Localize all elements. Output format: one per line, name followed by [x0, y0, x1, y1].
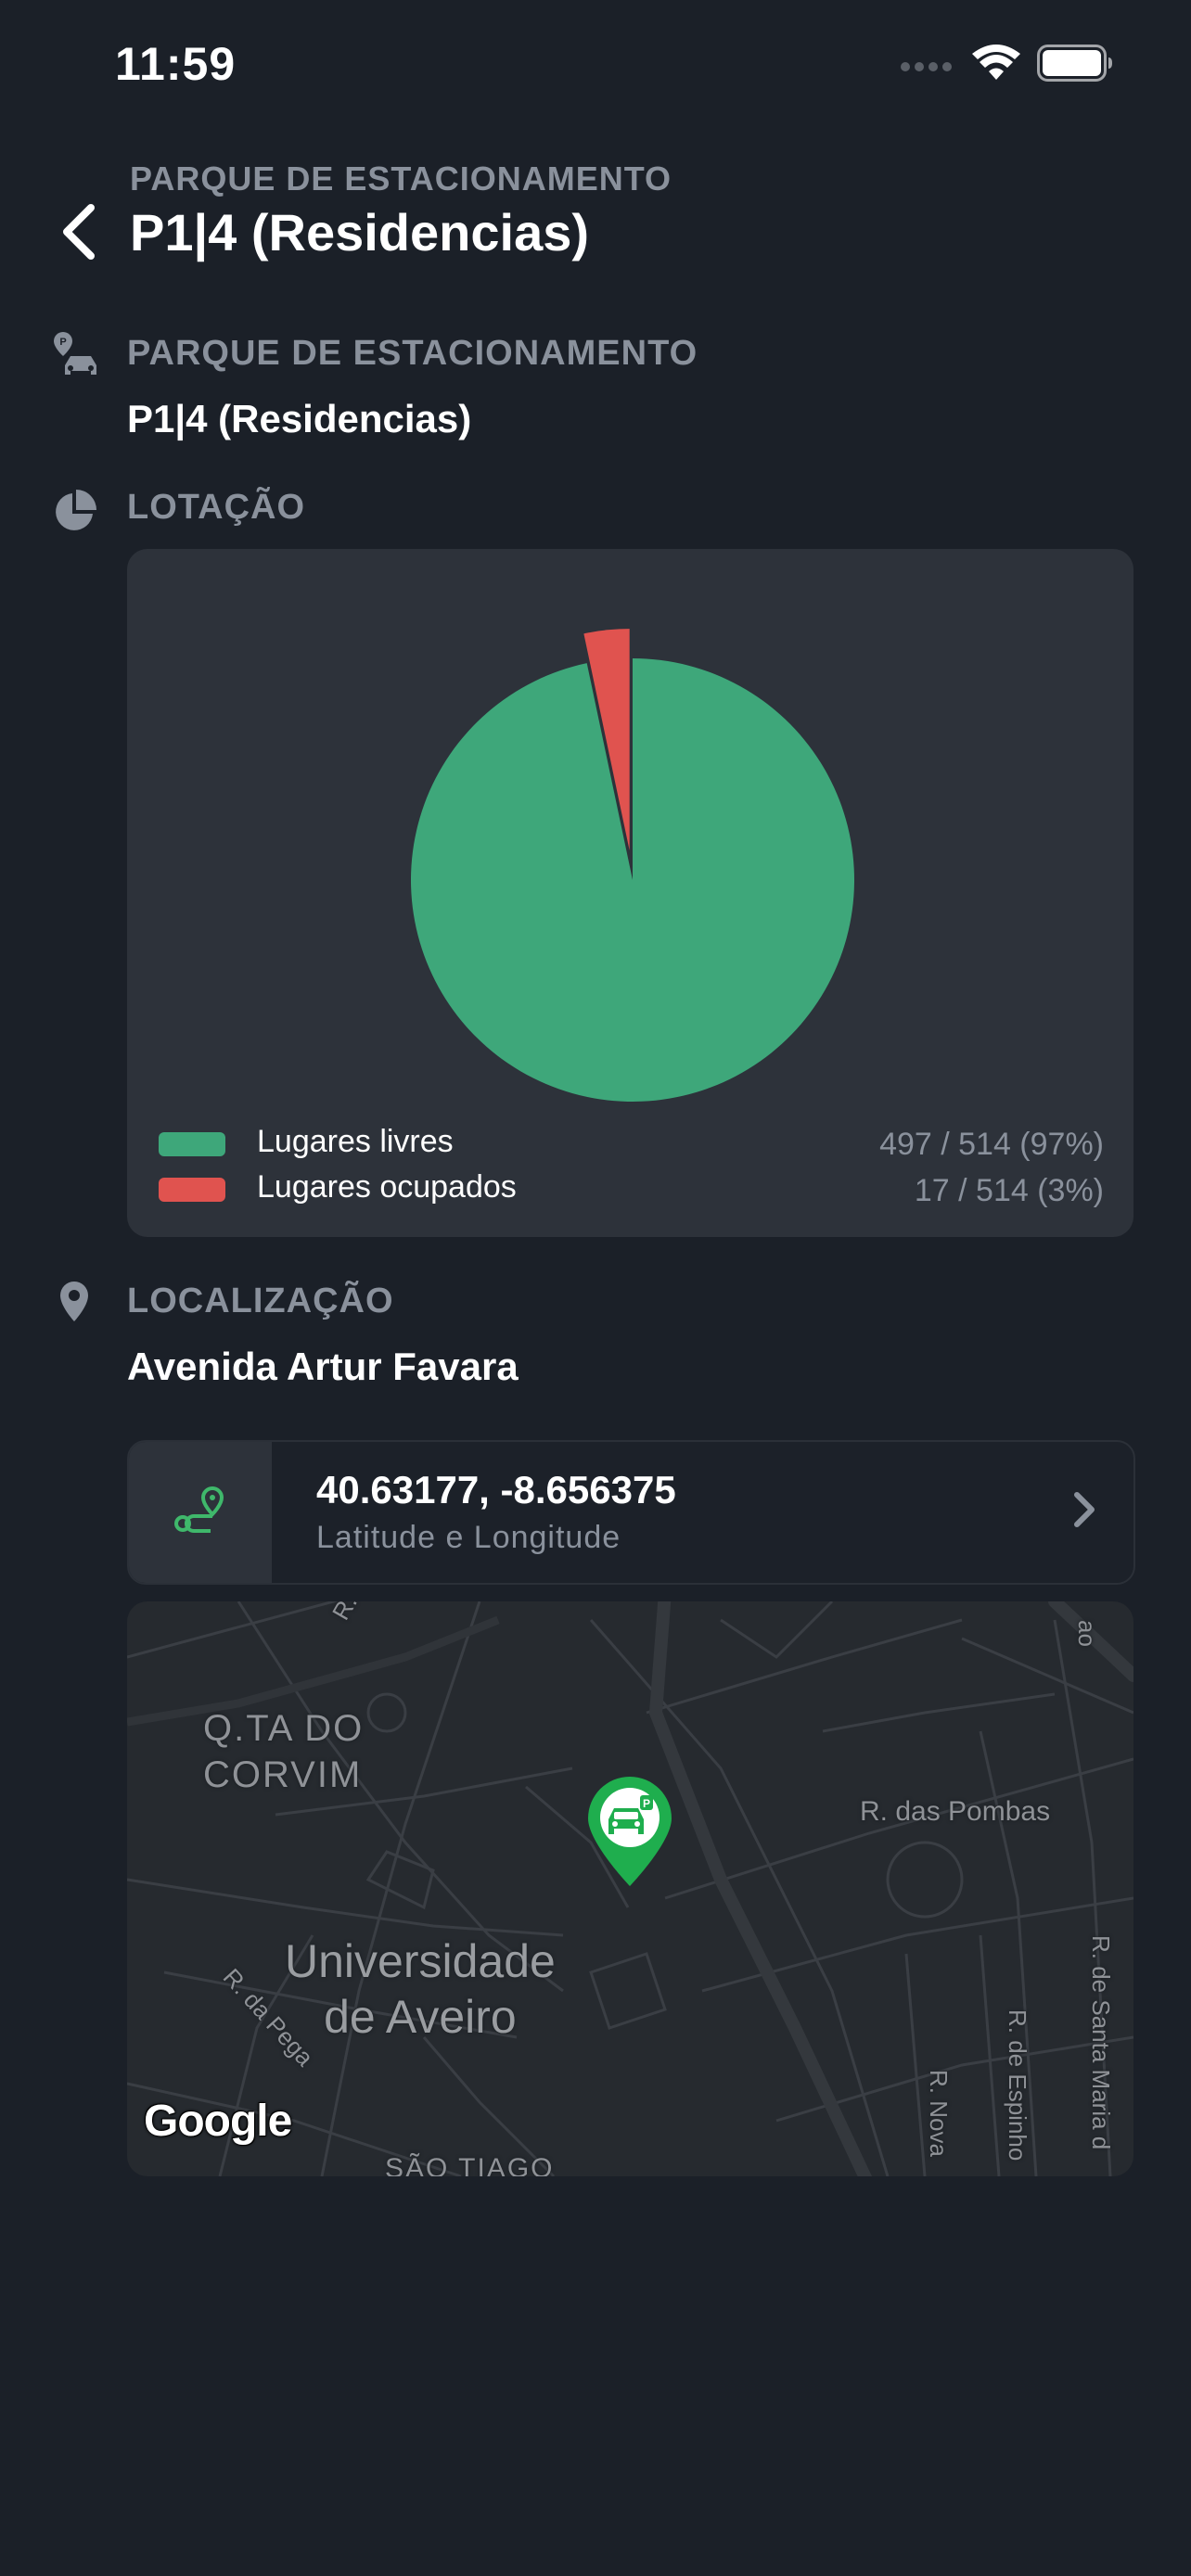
route-icon-box	[129, 1442, 272, 1583]
wifi-icon	[972, 45, 1020, 86]
chevron-right-icon	[1072, 1490, 1096, 1534]
parking-car-icon: P	[52, 330, 100, 378]
occupancy-label: LOTAÇÃO	[127, 488, 306, 527]
pie-slice-free	[410, 658, 854, 1102]
coordinates-caption: Latitude e Longitude	[316, 1520, 621, 1555]
route-icon	[174, 1486, 224, 1533]
page-title: P1|4 (Residencias)	[130, 203, 590, 261]
coordinates-button[interactable]: 40.63177, -8.656375 Latitude e Longitude	[127, 1440, 1135, 1585]
legend-swatch-occupied	[159, 1178, 225, 1202]
location-address: Avenida Artur Favara	[127, 1345, 519, 1388]
parking-value: P1|4 (Residencias)	[127, 397, 472, 440]
status-time: 11:59	[115, 38, 237, 90]
header-subtitle: PARQUE DE ESTACIONAMENTO	[130, 159, 672, 198]
parking-label: PARQUE DE ESTACIONAMENTO	[127, 334, 698, 373]
legend-value-free: 497 / 514 (97%)	[879, 1127, 1104, 1162]
legend-swatch-free	[159, 1132, 225, 1156]
map-label-sao-tiago: SÃO TIAGO	[385, 2153, 555, 2176]
location-label: LOCALIZAÇÃO	[127, 1282, 394, 1320]
legend-label-free: Lugares livres	[257, 1124, 454, 1159]
map-label-university: Universidade de Aveiro	[285, 1935, 556, 2043]
map-view[interactable]: Q.TA DO CORVIM Universidade de Aveiro R.…	[127, 1601, 1133, 2176]
legend-value-occupied: 17 / 514 (3%)	[914, 1173, 1104, 1208]
cellular-signal-icon	[900, 54, 955, 77]
map-label-street-espinho: R. de Espinho	[1004, 2009, 1031, 2162]
svg-text:P: P	[59, 337, 66, 348]
map-label-street-top-right: ao	[1073, 1620, 1101, 1647]
map-label-district: Q.TA DO CORVIM	[203, 1708, 365, 1795]
legend-label-occupied: Lugares ocupados	[257, 1169, 517, 1205]
map-label-street-santa-maria: R. de Santa Maria d	[1087, 1935, 1115, 2150]
coordinates-value: 40.63177, -8.656375	[316, 1468, 676, 1511]
pie-chart-icon	[52, 486, 100, 534]
battery-icon	[1037, 45, 1113, 86]
back-button[interactable]	[58, 202, 104, 261]
chevron-left-icon	[63, 204, 95, 260]
parking-car-pin-icon[interactable]: P	[586, 1775, 673, 1893]
svg-text:P: P	[643, 1797, 650, 1810]
status-icons	[900, 45, 1113, 86]
map-label-street-nova: R. Nova	[925, 2070, 953, 2157]
map-label-street-pombas: R. das Pombas	[860, 1796, 1051, 1827]
occupancy-card: Lugares livres 497 / 514 (97%) Lugares o…	[127, 549, 1133, 1237]
google-logo: Google	[144, 2097, 292, 2146]
location-pin-icon	[58, 1280, 106, 1328]
